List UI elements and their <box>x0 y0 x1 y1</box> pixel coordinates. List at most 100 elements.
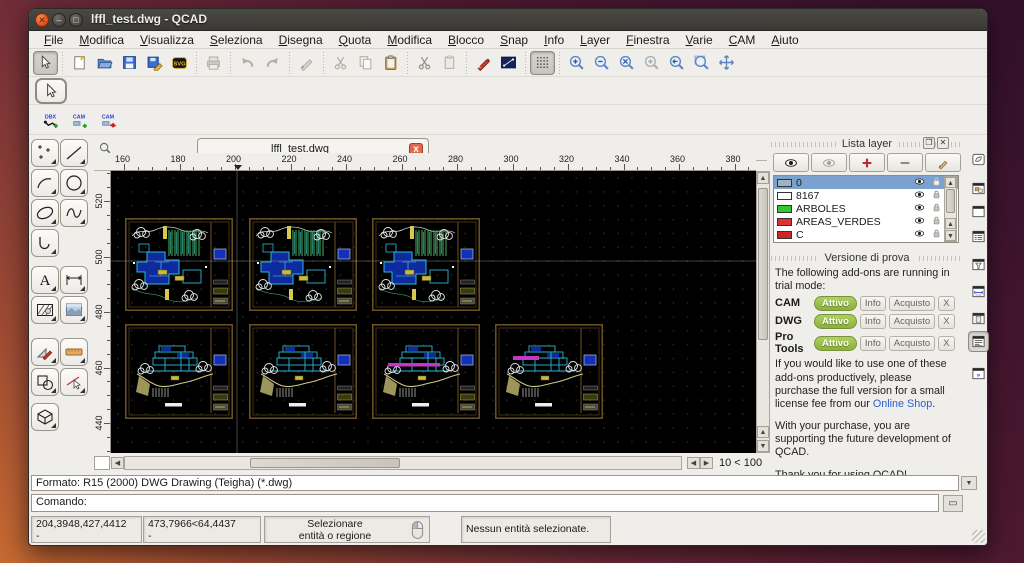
save-file-button[interactable] <box>117 51 142 75</box>
zoom-auto-button[interactable] <box>614 51 639 75</box>
select-cursor-button[interactable] <box>33 51 58 75</box>
addon-close-button[interactable]: X <box>938 296 954 311</box>
selection-filter-toggle[interactable] <box>968 254 989 275</box>
cut-button[interactable] <box>328 51 353 75</box>
menu-layer[interactable]: Layer <box>573 32 617 48</box>
dimension-tools-button[interactable] <box>60 266 88 294</box>
layer-row-AREAS_VERDES[interactable]: AREAS_VERDES <box>774 215 958 228</box>
zoom-out-button[interactable] <box>589 51 614 75</box>
cut-reference-button[interactable] <box>412 51 437 75</box>
scroll-up-button[interactable]: ▲ <box>757 172 769 184</box>
redo-button[interactable] <box>260 51 285 75</box>
window-minimize-button[interactable]: – <box>52 13 66 27</box>
scroll-right-button[interactable]: ▶ <box>700 457 713 469</box>
sheet-plan-3[interactable] <box>373 219 479 310</box>
dimension-panel-toggle[interactable]: [==] <box>968 281 989 302</box>
menu-quota[interactable]: Quota <box>332 32 379 48</box>
scroll-down-button[interactable]: ▼ <box>757 440 769 452</box>
layer-visibility-icon[interactable] <box>914 215 927 229</box>
addon-buy-button[interactable]: Acquisto <box>889 336 935 351</box>
command-line-input[interactable]: Comando: <box>31 494 939 512</box>
svg-export-button[interactable]: SVG <box>167 51 192 75</box>
layer-lock-icon[interactable] <box>931 215 944 229</box>
menu-varie[interactable]: Varie <box>679 32 720 48</box>
copy-button[interactable] <box>353 51 378 75</box>
sheet-plan-2[interactable] <box>250 219 356 310</box>
sheet-elevation-2[interactable] <box>250 325 356 418</box>
add-layer-button[interactable] <box>849 153 885 172</box>
drawing-canvas[interactable] <box>111 171 756 453</box>
layer-row-C[interactable]: C <box>774 228 958 241</box>
polyline-tools-button[interactable] <box>31 229 59 257</box>
edit-layer-button[interactable] <box>925 153 961 172</box>
select-tool-button[interactable] <box>35 78 67 104</box>
menu-modifica-2[interactable]: Modifica <box>380 32 439 48</box>
layer-lock-icon[interactable] <box>931 228 944 242</box>
addon-info-button[interactable]: Info <box>860 336 886 351</box>
hide-all-layers-button[interactable] <box>811 153 847 172</box>
hatch-tool-button[interactable] <box>31 296 59 324</box>
menu-blocco[interactable]: Blocco <box>441 32 491 48</box>
zoom-in-button[interactable] <box>564 51 589 75</box>
layer-lock-icon[interactable] <box>931 241 944 244</box>
addon-close-button[interactable]: X <box>938 314 954 329</box>
menu-cam[interactable]: CAM <box>722 32 763 48</box>
titlebar[interactable]: ✕ – □ lffl_test.dwg - QCAD <box>29 9 987 31</box>
addon-buy-button[interactable]: Acquisto <box>889 296 935 311</box>
menu-info[interactable]: Info <box>537 32 571 48</box>
layer-visibility-icon[interactable] <box>914 241 927 244</box>
application-preferences-line-button[interactable] <box>496 51 521 75</box>
sheet-section-2[interactable] <box>496 325 602 418</box>
scroll-up-button-2[interactable]: ▲ <box>757 426 769 438</box>
sheet-section-1[interactable] <box>373 325 479 418</box>
layer-visibility-icon[interactable] <box>914 176 927 190</box>
window-close-button[interactable]: ✕ <box>35 13 49 27</box>
circle-tools-button[interactable] <box>60 169 88 197</box>
layer-lock-icon[interactable] <box>931 202 944 216</box>
layer-list-toggle-toggle[interactable] <box>968 226 989 247</box>
undo-button[interactable] <box>235 51 260 75</box>
property-editor-toggle[interactable] <box>968 149 989 170</box>
new-file-button[interactable] <box>67 51 92 75</box>
layer-list[interactable]: 08167ARBOLESAREAS_VERDESCCOTAS <box>773 175 959 243</box>
measure-tools-button[interactable] <box>31 338 59 366</box>
menu-modifica[interactable]: Modifica <box>72 32 131 48</box>
paste-reference-button[interactable] <box>437 51 462 75</box>
addon-info-button[interactable]: Info <box>860 296 886 311</box>
layer-panel-float-button[interactable]: ❐ <box>923 137 935 149</box>
zoom-previous-button[interactable] <box>664 51 689 75</box>
layer-visibility-icon[interactable] <box>914 202 927 216</box>
layer-row-8167[interactable]: 8167 <box>774 189 958 202</box>
layer-row-0[interactable]: 0 <box>774 176 958 189</box>
save-as-button[interactable] <box>142 51 167 75</box>
zoom-window-button[interactable] <box>689 51 714 75</box>
paste-button[interactable] <box>378 51 403 75</box>
solid-tools-button[interactable] <box>31 403 59 431</box>
addon-info-button[interactable]: Info <box>860 314 886 329</box>
canvas-vertical-scrollbar[interactable]: ▲ ▲ ▼ <box>756 171 770 453</box>
spline-tools-button[interactable] <box>60 199 88 227</box>
layer-scroll-up-2[interactable]: ▲ <box>945 218 956 229</box>
layer-scroll-down[interactable]: ▼ <box>945 230 956 241</box>
ellipse-tools-button[interactable] <box>31 199 59 227</box>
menu-aiuto[interactable]: Aiuto <box>764 32 805 48</box>
view-list-toggle[interactable] <box>968 201 989 222</box>
clipboard-panel-toggle[interactable] <box>968 308 989 329</box>
layer-scroll-up[interactable]: ▲ <box>945 177 956 188</box>
command-options-button[interactable]: ▭ <box>943 495 963 512</box>
sheet-plan-1[interactable] <box>126 219 232 310</box>
vertical-scroll-thumb[interactable] <box>758 188 768 340</box>
menu-seleziona[interactable]: Seleziona <box>203 32 270 48</box>
menu-finestra[interactable]: Finestra <box>619 32 676 48</box>
window-resize-grip[interactable] <box>972 530 985 543</box>
menu-file[interactable]: File <box>37 32 70 48</box>
cam-reexport-button[interactable]: CAM <box>95 107 121 133</box>
drawing-preferences-pencil-button[interactable] <box>471 51 496 75</box>
point-tools-button[interactable] <box>31 139 59 167</box>
menu-snap[interactable]: Snap <box>493 32 535 48</box>
text-tool-button[interactable]: A <box>31 266 59 294</box>
layer-lock-icon[interactable] <box>931 189 944 203</box>
layer-row-ARBOLES[interactable]: ARBOLES <box>774 202 958 215</box>
print-button[interactable] <box>201 51 226 75</box>
cam-export-button[interactable]: CAM <box>66 107 92 133</box>
